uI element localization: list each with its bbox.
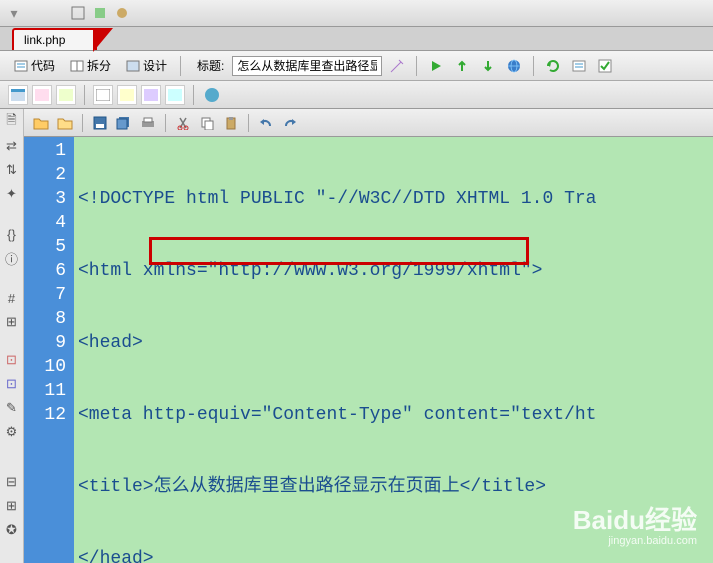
globe-small-icon[interactable]	[202, 85, 222, 105]
list-icon[interactable]	[570, 57, 588, 75]
code-line: <html xmlns="http://www.w3.org/1999/xhtm…	[78, 259, 709, 283]
separator	[180, 56, 181, 76]
gutter-arrows-icon[interactable]: ⇄	[3, 137, 21, 155]
gutter-brace-icon[interactable]: {}	[3, 225, 21, 243]
file-tab-link-php[interactable]: link.php	[12, 28, 97, 50]
gutter-info-icon[interactable]: ⓘ	[3, 249, 21, 267]
line-number: 11	[24, 379, 66, 403]
panel-icon-7[interactable]	[165, 85, 185, 105]
line-number: 7	[24, 283, 66, 307]
separator	[84, 85, 85, 105]
line-number: 3	[24, 187, 66, 211]
design-view-button[interactable]: 设计	[120, 54, 172, 77]
code-line: <!DOCTYPE html PUBLIC "-//W3C//DTD XHTML…	[78, 187, 709, 211]
gutter-gear-icon[interactable]: ⚙	[3, 423, 21, 441]
gutter-hash-icon[interactable]: #	[3, 289, 21, 307]
save-icon[interactable]	[91, 114, 109, 132]
separator	[193, 85, 194, 105]
editor-wrap: 1 2 3 4 5 6 7 8 9 10 11 12 <!DOCTYPE htm…	[24, 109, 713, 563]
undo-icon[interactable]	[257, 114, 275, 132]
tool-icon-3[interactable]	[112, 3, 132, 23]
document-title-input[interactable]	[232, 56, 382, 76]
separator	[416, 56, 417, 76]
separator	[82, 114, 83, 132]
gutter-expand-icon[interactable]: ⊞	[3, 497, 21, 515]
line-number: 1	[24, 139, 66, 163]
print-icon[interactable]	[139, 114, 157, 132]
line-number-gutter: 1 2 3 4 5 6 7 8 9 10 11 12	[24, 137, 74, 563]
gutter-edit-icon[interactable]: ✎	[3, 399, 21, 417]
split-view-button[interactable]: 拆分	[64, 54, 116, 77]
code-toolbar	[24, 109, 713, 137]
refresh-icon[interactable]	[544, 57, 562, 75]
left-gutter: 🗎 ⇄ ⇅ ✦ {} ⓘ # ⊞ ⊡ ⊡ ✎ ⚙ ⊟ ⊞ ✪	[0, 109, 24, 563]
panel-icon-3[interactable]	[56, 85, 76, 105]
gutter-comment1-icon[interactable]: ⊡	[3, 351, 21, 369]
download-icon[interactable]	[479, 57, 497, 75]
secondary-toolbar	[0, 81, 713, 109]
code-editor[interactable]: 1 2 3 4 5 6 7 8 9 10 11 12 <!DOCTYPE htm…	[24, 137, 713, 563]
tool-icon-1[interactable]	[68, 3, 88, 23]
code-line: <meta http-equiv="Content-Type" content=…	[78, 403, 709, 427]
design-view-label: 设计	[143, 57, 167, 74]
line-number: 5	[24, 235, 66, 259]
play-icon[interactable]	[427, 57, 445, 75]
line-number: 9	[24, 331, 66, 355]
saveall-icon[interactable]	[115, 114, 133, 132]
redo-icon[interactable]	[281, 114, 299, 132]
separator	[248, 114, 249, 132]
gutter-ruler-icon[interactable]: ⊞	[3, 313, 21, 331]
line-number: 12	[24, 403, 66, 427]
check-icon[interactable]	[596, 57, 614, 75]
wand-icon[interactable]	[388, 57, 406, 75]
panel-icon-2[interactable]	[32, 85, 52, 105]
globe-icon[interactable]	[505, 57, 523, 75]
panel-icon-6[interactable]	[141, 85, 161, 105]
menu-icon[interactable]: ▾	[4, 3, 24, 23]
view-toolbar: 代码 拆分 设计 标题:	[0, 51, 713, 81]
gutter-collapse-icon[interactable]: ⊟	[3, 473, 21, 491]
panel-icon-5[interactable]	[117, 85, 137, 105]
code-line: <title>怎么从数据库里查出路径显示在页面上</title>	[78, 475, 709, 499]
gutter-doc-icon[interactable]: 🗎	[3, 113, 21, 131]
cut-icon[interactable]	[174, 114, 192, 132]
panel-icon-1[interactable]	[8, 85, 28, 105]
copy-icon[interactable]	[198, 114, 216, 132]
upload-icon[interactable]	[453, 57, 471, 75]
folder-icon[interactable]	[56, 114, 74, 132]
gutter-updown-icon[interactable]: ⇅	[3, 161, 21, 179]
panel-icon-4[interactable]	[93, 85, 113, 105]
line-number: 10	[24, 355, 66, 379]
code-line: <head>	[78, 331, 709, 355]
line-number: 4	[24, 211, 66, 235]
title-label: 标题:	[197, 57, 224, 74]
top-toolbar: ▾	[0, 0, 713, 27]
code-line: </head>	[78, 547, 709, 563]
line-number: 6	[24, 259, 66, 283]
line-number: 2	[24, 163, 66, 187]
file-tab-label: link.php	[24, 33, 65, 47]
split-view-icon	[69, 58, 85, 74]
gutter-bookmark-icon[interactable]: ✪	[3, 521, 21, 539]
code-view-icon	[13, 58, 29, 74]
split-view-label: 拆分	[87, 57, 111, 74]
line-number: 8	[24, 307, 66, 331]
code-view-label: 代码	[31, 57, 55, 74]
gutter-star-icon[interactable]: ✦	[3, 185, 21, 203]
gutter-comment2-icon[interactable]: ⊡	[3, 375, 21, 393]
main-area: 🗎 ⇄ ⇅ ✦ {} ⓘ # ⊞ ⊡ ⊡ ✎ ⚙ ⊟ ⊞ ✪	[0, 109, 713, 563]
open-icon[interactable]	[32, 114, 50, 132]
code-view-button[interactable]: 代码	[8, 54, 60, 77]
separator	[533, 56, 534, 76]
design-view-icon	[125, 58, 141, 74]
tab-bar: link.php	[0, 27, 713, 51]
tool-icon-2[interactable]	[90, 3, 110, 23]
paste-icon[interactable]	[222, 114, 240, 132]
code-content[interactable]: <!DOCTYPE html PUBLIC "-//W3C//DTD XHTML…	[74, 137, 713, 563]
separator	[165, 114, 166, 132]
